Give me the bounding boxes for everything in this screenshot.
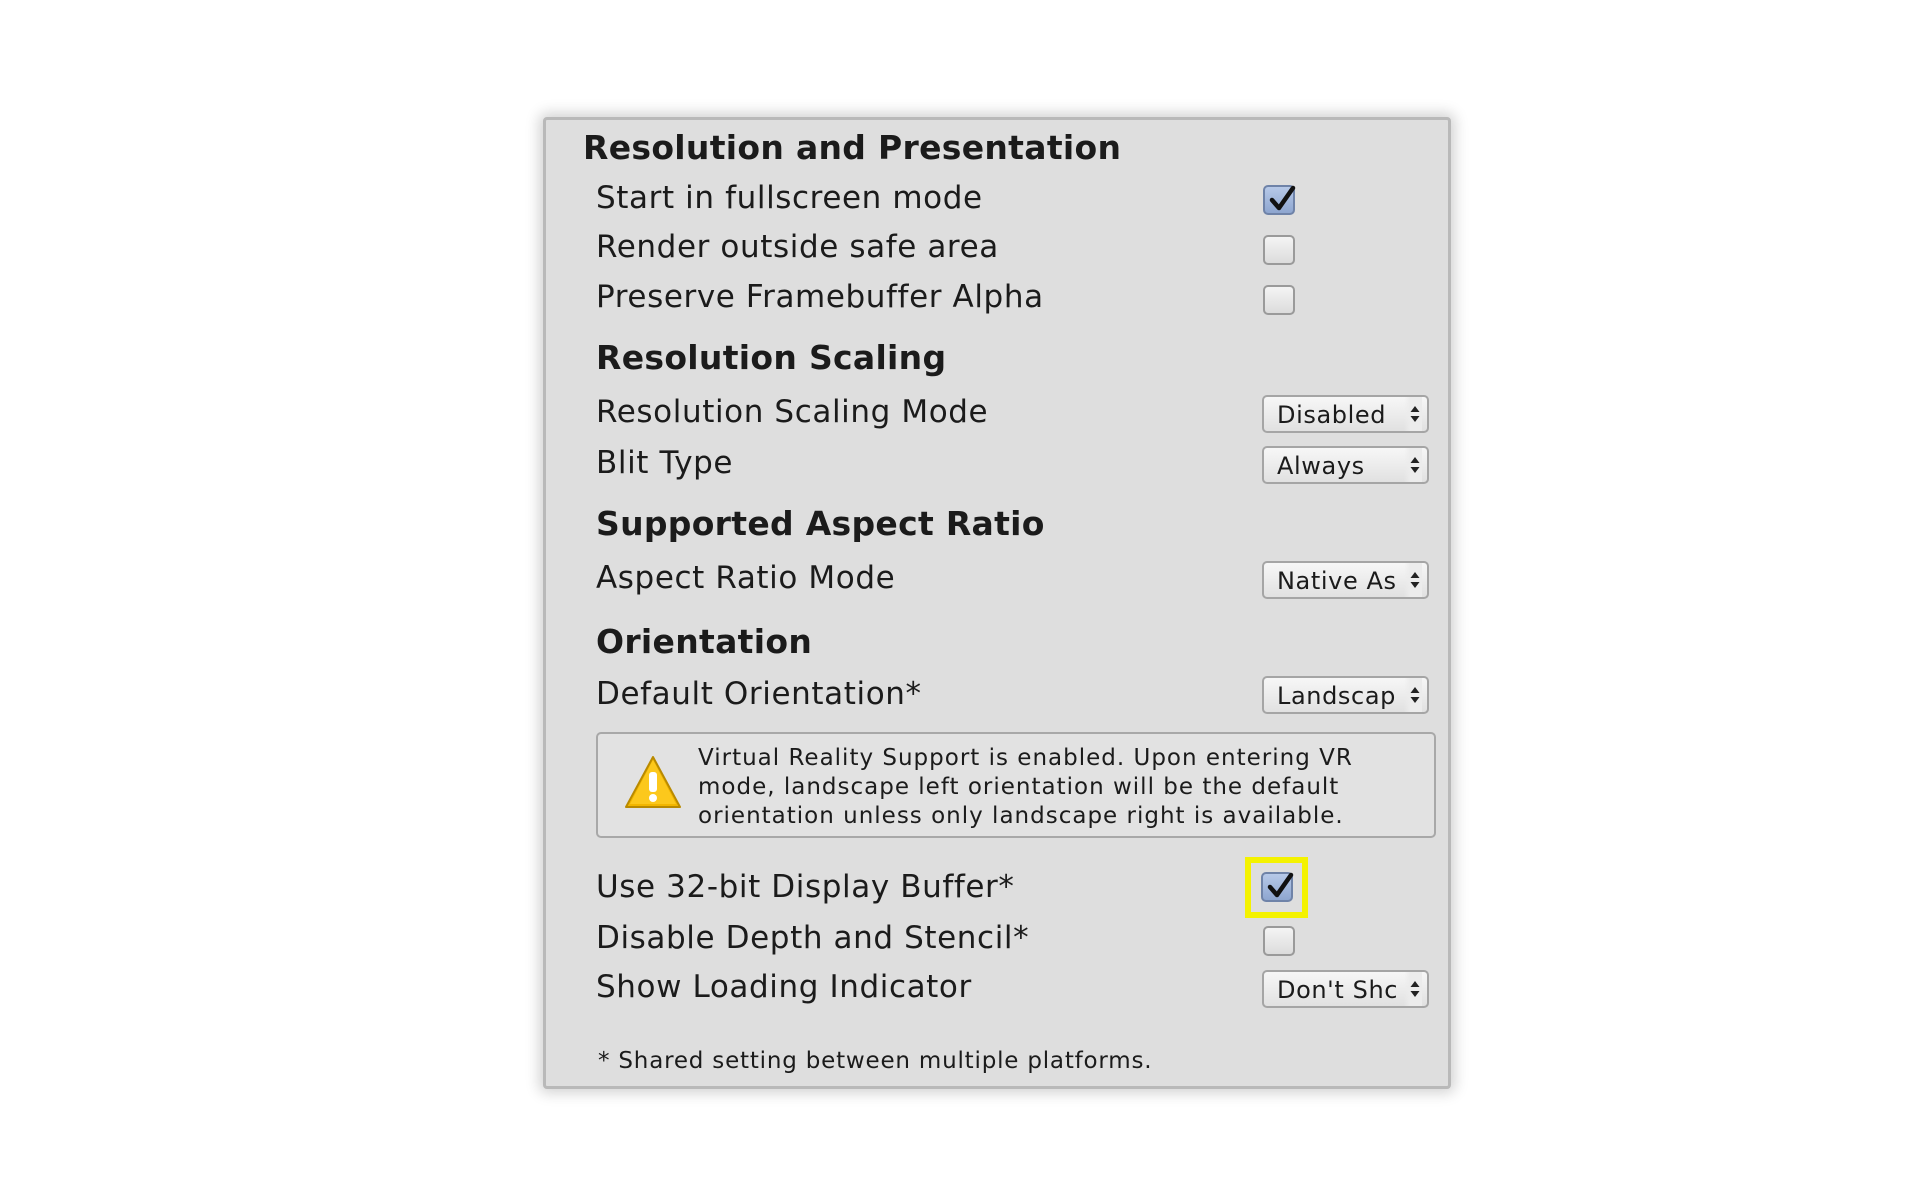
dropdown-value: Native As xyxy=(1277,567,1397,595)
label-blit-type: Blit Type xyxy=(596,445,734,481)
dropdown-arrows-icon xyxy=(1404,972,1422,1006)
section-title-resolution-presentation: Resolution and Presentation xyxy=(583,128,1122,167)
show-loading-indicator-dropdown[interactable]: Don't Shc xyxy=(1262,970,1429,1008)
aspect-ratio-mode-dropdown[interactable]: Native As xyxy=(1262,561,1429,599)
label-start-fullscreen: Start in fullscreen mode xyxy=(596,180,983,216)
dropdown-arrows-icon xyxy=(1404,678,1422,712)
label-render-outside-safe-area: Render outside safe area xyxy=(596,229,999,265)
warning-line: Virtual Reality Support is enabled. Upon… xyxy=(698,745,1353,771)
label-preserve-framebuffer-alpha: Preserve Framebuffer Alpha xyxy=(596,279,1044,315)
render-outside-safe-area-checkbox[interactable] xyxy=(1263,235,1295,265)
dropdown-value: Landscap xyxy=(1277,682,1396,710)
player-settings-panel: Resolution and Presentation Start in ful… xyxy=(543,117,1451,1089)
warning-line: orientation unless only landscape right … xyxy=(698,803,1344,829)
start-fullscreen-checkbox[interactable] xyxy=(1263,185,1296,215)
dropdown-value: Disabled xyxy=(1277,401,1387,429)
checkmark-icon xyxy=(1267,872,1294,898)
label-aspect-ratio-mode: Aspect Ratio Mode xyxy=(596,560,896,596)
vr-warning-helpbox: Virtual Reality Support is enabled. Upon… xyxy=(596,732,1436,838)
section-title-supported-aspect-ratio: Supported Aspect Ratio xyxy=(596,504,1045,543)
resolution-scaling-mode-dropdown[interactable]: Disabled xyxy=(1262,395,1429,433)
dropdown-arrows-icon xyxy=(1404,563,1422,597)
preserve-framebuffer-alpha-checkbox[interactable] xyxy=(1263,285,1295,315)
label-show-loading-indicator: Show Loading Indicator xyxy=(596,969,972,1005)
label-use-32bit-display-buffer: Use 32-bit Display Buffer* xyxy=(596,869,1015,905)
dropdown-value: Always xyxy=(1277,452,1365,480)
label-default-orientation: Default Orientation* xyxy=(596,676,922,712)
vr-warning-text: Virtual Reality Support is enabled. Upon… xyxy=(698,744,1353,831)
dropdown-arrows-icon xyxy=(1404,397,1422,431)
blit-type-dropdown[interactable]: Always xyxy=(1262,446,1429,484)
shared-setting-footnote: * Shared setting between multiple platfo… xyxy=(598,1048,1153,1074)
warning-icon xyxy=(625,756,681,808)
label-resolution-scaling-mode: Resolution Scaling Mode xyxy=(596,394,989,430)
section-title-resolution-scaling: Resolution Scaling xyxy=(596,338,947,377)
dropdown-value: Don't Shc xyxy=(1277,976,1399,1004)
label-disable-depth-stencil: Disable Depth and Stencil* xyxy=(596,920,1030,956)
disable-depth-stencil-checkbox[interactable] xyxy=(1263,926,1295,956)
checkmark-icon xyxy=(1269,185,1296,211)
default-orientation-dropdown[interactable]: Landscap xyxy=(1262,676,1429,714)
dropdown-arrows-icon xyxy=(1404,448,1422,482)
section-title-orientation: Orientation xyxy=(596,622,813,661)
warning-line: mode, landscape left orientation will be… xyxy=(698,774,1340,800)
use-32bit-display-buffer-checkbox[interactable] xyxy=(1261,872,1294,902)
